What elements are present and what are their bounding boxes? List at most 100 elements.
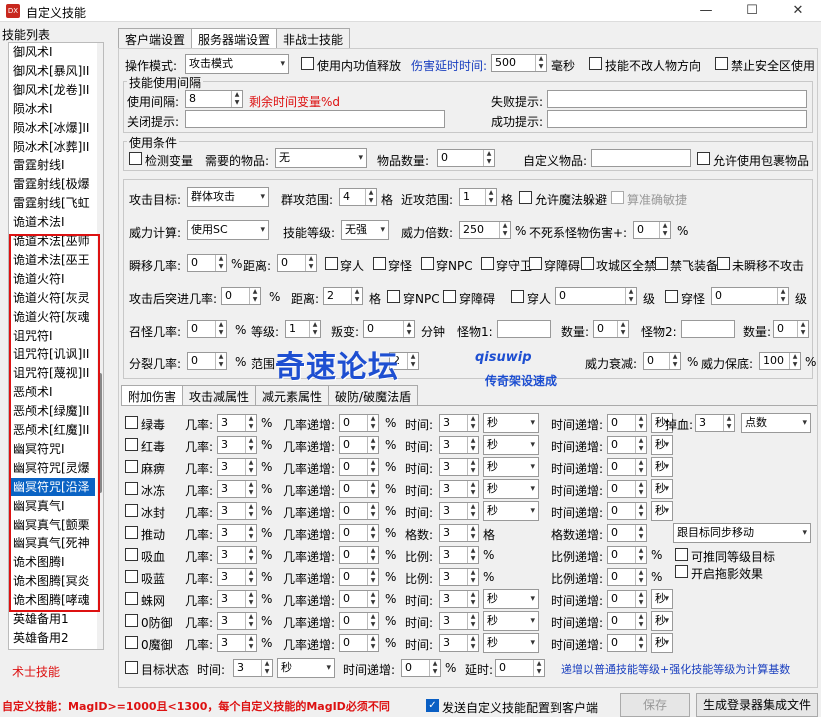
spin-arrows-icon[interactable]: ▲ ▼ bbox=[467, 481, 478, 497]
count1-input[interactable]: 0 ▲ ▼ bbox=[593, 320, 629, 338]
spin-arrows-icon[interactable]: ▲ ▼ bbox=[617, 321, 628, 337]
spin-arrows-icon[interactable]: ▲ ▼ bbox=[407, 353, 418, 369]
teleport-option-checkbox[interactable] bbox=[421, 257, 434, 270]
time-input[interactable]: 3 ▲ ▼ bbox=[439, 414, 479, 432]
monster2-input[interactable] bbox=[681, 320, 735, 338]
split-count-input[interactable]: 2 ▲ ▼ bbox=[389, 352, 419, 370]
skill-list-item[interactable]: 英雄备用1 bbox=[13, 610, 99, 628]
effect-checkbox[interactable] bbox=[125, 526, 138, 539]
skill-list-item[interactable]: 幽冥符咒[灵爆 bbox=[13, 459, 99, 477]
minimize-button[interactable]: — bbox=[683, 0, 729, 22]
target-state-checkbox[interactable] bbox=[125, 661, 138, 674]
no-turn-checkbox[interactable] bbox=[589, 57, 602, 70]
time-unit-select[interactable]: 秒 ▾ bbox=[483, 479, 539, 499]
rate-input[interactable]: 3 ▲ ▼ bbox=[217, 436, 257, 454]
summon-level-input[interactable]: 1 ▲ ▼ bbox=[285, 320, 321, 338]
time-input[interactable]: 3 ▲ ▼ bbox=[439, 590, 479, 608]
skill-list-item[interactable]: 陨冰术I bbox=[13, 100, 99, 118]
time-unit-select[interactable]: 秒 ▾ bbox=[483, 435, 539, 455]
split-rate-input[interactable]: 0 ▲ ▼ bbox=[187, 352, 227, 370]
monster1-input[interactable] bbox=[497, 320, 551, 338]
skill-list-item[interactable]: 御风术[暴风]II bbox=[13, 62, 99, 80]
spin-arrows-icon[interactable]: ▲ ▼ bbox=[723, 415, 734, 431]
power-mult-input[interactable]: 250 ▲ ▼ bbox=[459, 221, 511, 239]
skill-list-item[interactable]: 英雄备用2 bbox=[13, 629, 99, 647]
rate-input[interactable]: 3 ▲ ▼ bbox=[217, 524, 257, 542]
spin-arrows-icon[interactable]: ▲ ▼ bbox=[669, 353, 680, 369]
spin-arrows-icon[interactable]: ▲ ▼ bbox=[367, 547, 378, 563]
check-var-checkbox[interactable] bbox=[129, 152, 142, 165]
interval-input[interactable]: 8 ▲ ▼ bbox=[185, 90, 243, 108]
skill-list-item[interactable]: 陨冰术[冰爆]II bbox=[13, 119, 99, 137]
spin-arrows-icon[interactable]: ▲ ▼ bbox=[367, 503, 378, 519]
target-time-input[interactable]: 3 ▲ ▼ bbox=[233, 659, 273, 677]
ratio-inc-input[interactable]: 0 ▲ ▼ bbox=[607, 568, 647, 586]
spin-arrows-icon[interactable]: ▲ ▼ bbox=[245, 503, 256, 519]
time-input[interactable]: 3 ▲ ▼ bbox=[439, 436, 479, 454]
time-unit-select[interactable]: 秒 ▾ bbox=[483, 501, 539, 521]
spin-arrows-icon[interactable]: ▲ ▼ bbox=[659, 222, 670, 238]
fail-input[interactable] bbox=[547, 90, 807, 108]
time-unit-select[interactable]: 秒 ▾ bbox=[483, 611, 539, 631]
tab-non-warrior[interactable]: 非战士技能 bbox=[276, 28, 351, 48]
spin-arrows-icon[interactable]: ▲ ▼ bbox=[367, 459, 378, 475]
rate-inc-input[interactable]: 0 ▲ ▼ bbox=[339, 634, 379, 652]
rate-input[interactable]: 3 ▲ ▼ bbox=[217, 546, 257, 564]
skill-list-item[interactable]: 雷霆射线[飞虹 bbox=[13, 194, 99, 212]
ratio-inc-input[interactable]: 0 ▲ ▼ bbox=[607, 546, 647, 564]
spin-arrows-icon[interactable]: ▲ ▼ bbox=[367, 613, 378, 629]
time-input[interactable]: 3 ▲ ▼ bbox=[439, 480, 479, 498]
spin-arrows-icon[interactable]: ▲ ▼ bbox=[261, 660, 272, 676]
group-range-input[interactable]: 4 ▲ ▼ bbox=[339, 188, 377, 206]
custom-item-input[interactable] bbox=[591, 149, 691, 167]
tab-element-reduce[interactable]: 减元素属性 bbox=[255, 385, 330, 405]
spin-arrows-icon[interactable]: ▲ ▼ bbox=[635, 437, 646, 453]
spin-arrows-icon[interactable]: ▲ ▼ bbox=[635, 415, 646, 431]
decay-input[interactable]: 0 ▲ ▼ bbox=[643, 352, 681, 370]
target-inc-input[interactable]: 0 ▲ ▼ bbox=[401, 659, 441, 677]
rate-inc-input[interactable]: 0 ▲ ▼ bbox=[339, 612, 379, 630]
accuracy-checkbox[interactable] bbox=[611, 191, 624, 204]
teleport-option-checkbox[interactable] bbox=[581, 257, 594, 270]
spin-arrows-icon[interactable]: ▲ ▼ bbox=[777, 288, 788, 304]
spin-arrows-icon[interactable]: ▲ ▼ bbox=[533, 660, 544, 676]
effect-checkbox[interactable] bbox=[125, 636, 138, 649]
time-unit-select[interactable]: 秒 ▾ bbox=[483, 633, 539, 653]
spin-arrows-icon[interactable]: ▲ ▼ bbox=[365, 189, 376, 205]
spin-arrows-icon[interactable]: ▲ ▼ bbox=[467, 415, 478, 431]
spin-arrows-icon[interactable]: ▲ ▼ bbox=[635, 569, 646, 585]
rush-person-checkbox[interactable] bbox=[511, 290, 524, 303]
spin-arrows-icon[interactable]: ▲ ▼ bbox=[789, 353, 800, 369]
spin-arrows-icon[interactable]: ▲ ▼ bbox=[215, 353, 226, 369]
effect-checkbox[interactable] bbox=[125, 570, 138, 583]
effect-checkbox[interactable] bbox=[125, 438, 138, 451]
spin-arrows-icon[interactable]: ▲ ▼ bbox=[367, 481, 378, 497]
time-inc-unit-select[interactable]: 秒 ▾ bbox=[651, 435, 673, 455]
teleport-dist-input[interactable]: 0 ▲ ▼ bbox=[277, 254, 317, 272]
spin-arrows-icon[interactable]: ▲ ▼ bbox=[499, 222, 510, 238]
time-input[interactable]: 3 ▲ ▼ bbox=[439, 612, 479, 630]
spin-arrows-icon[interactable]: ▲ ▼ bbox=[467, 635, 478, 651]
skill-list-item[interactable]: 幽冥真气[死神 bbox=[13, 534, 99, 552]
time-inc-input[interactable]: 0 ▲ ▼ bbox=[607, 436, 647, 454]
rate-input[interactable]: 3 ▲ ▼ bbox=[217, 480, 257, 498]
skill-level-select[interactable]: 无强 ▾ bbox=[341, 220, 389, 240]
spin-arrows-icon[interactable]: ▲ ▼ bbox=[367, 591, 378, 607]
spin-arrows-icon[interactable]: ▲ ▼ bbox=[367, 525, 378, 541]
effect-checkbox[interactable] bbox=[125, 614, 138, 627]
tab-server[interactable]: 服务器端设置 bbox=[191, 28, 278, 49]
qty-input[interactable]: 0 ▲ ▼ bbox=[437, 149, 495, 167]
skill-list-item[interactable]: 雷霆射线[极爆 bbox=[13, 175, 99, 193]
time-unit-select[interactable]: 秒 ▾ bbox=[483, 457, 539, 477]
close-input[interactable] bbox=[185, 110, 445, 128]
spin-arrows-icon[interactable]: ▲ ▼ bbox=[215, 255, 226, 271]
spin-arrows-icon[interactable]: ▲ ▼ bbox=[403, 321, 414, 337]
skill-list-item[interactable]: 诅咒符[讥讽]II bbox=[13, 345, 99, 363]
spin-arrows-icon[interactable]: ▲ ▼ bbox=[245, 635, 256, 651]
rate-inc-input[interactable]: 0 ▲ ▼ bbox=[339, 480, 379, 498]
spin-arrows-icon[interactable]: ▲ ▼ bbox=[467, 525, 478, 541]
floor-input[interactable]: 100 ▲ ▼ bbox=[759, 352, 801, 370]
spin-arrows-icon[interactable]: ▲ ▼ bbox=[467, 613, 478, 629]
spin-arrows-icon[interactable]: ▲ ▼ bbox=[245, 569, 256, 585]
drop-unit-select[interactable]: 点数 ▾ bbox=[741, 413, 811, 433]
